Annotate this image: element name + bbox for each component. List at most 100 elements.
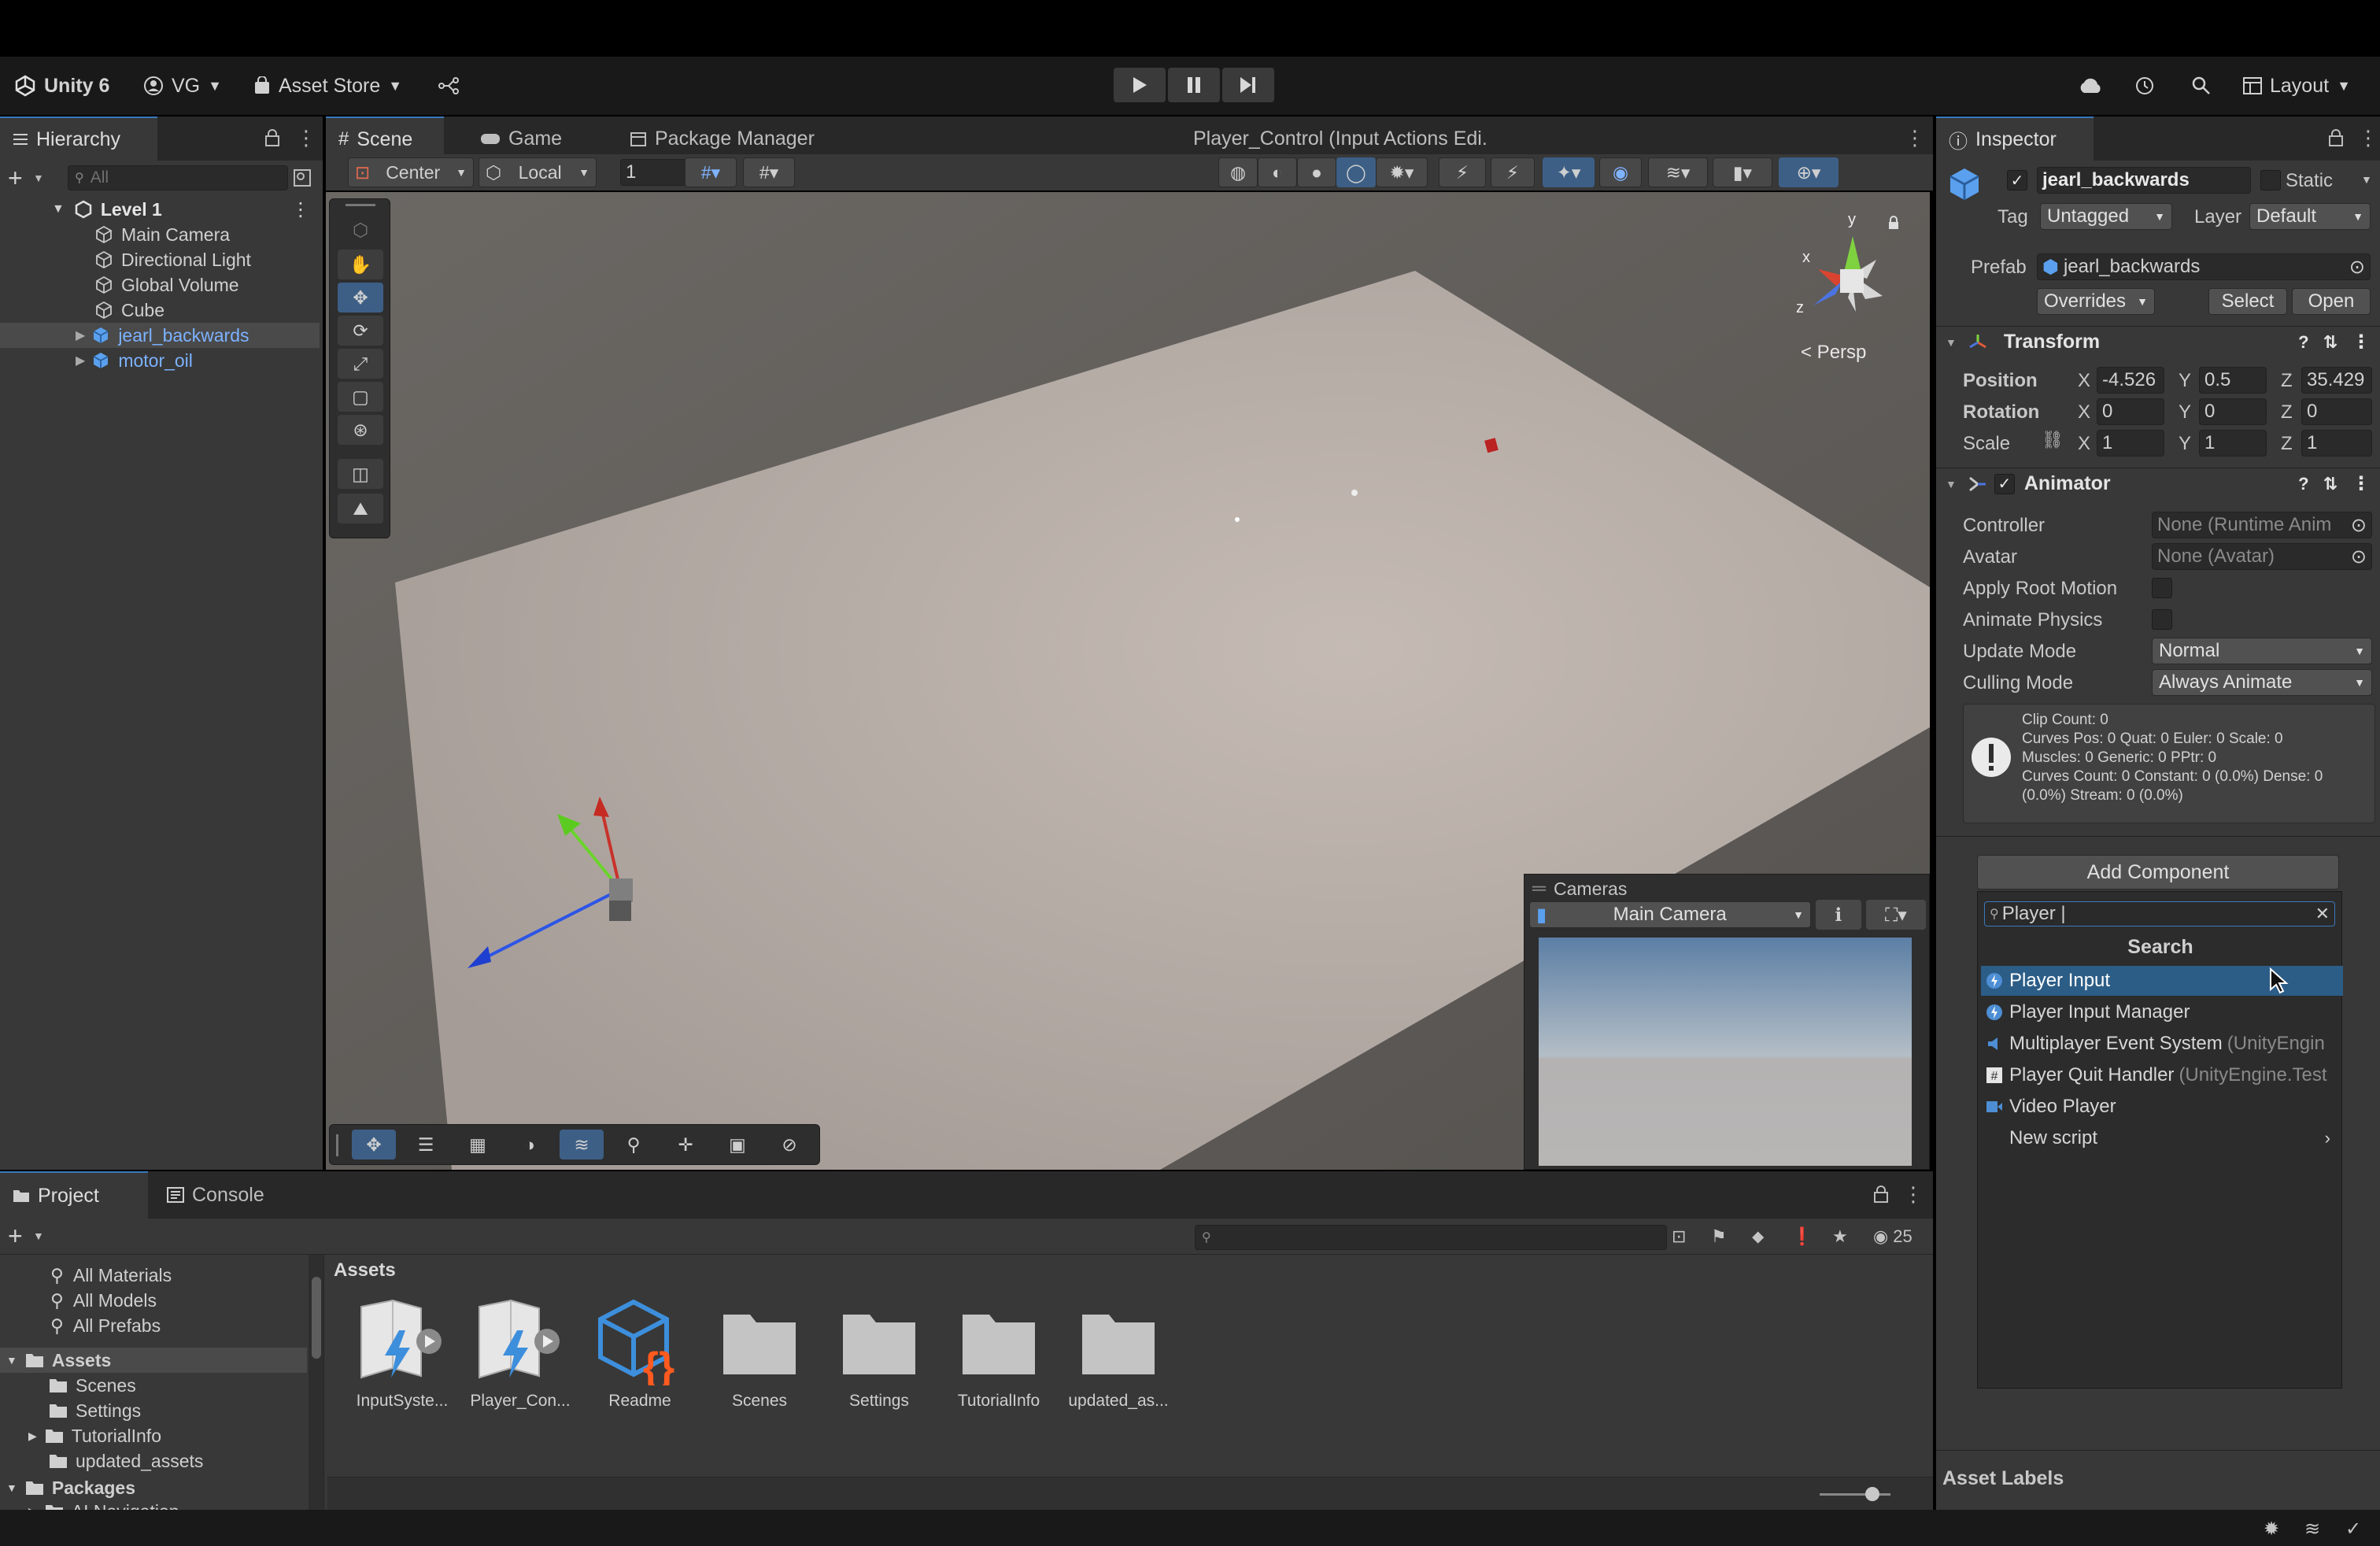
chevron-right-icon[interactable]: ▶ (76, 327, 85, 343)
object-picker-icon[interactable]: ⊙ (2351, 546, 2367, 568)
drag-handle[interactable] (346, 204, 375, 206)
history-button[interactable] (2134, 57, 2155, 115)
move-snap-button[interactable]: ✥ (352, 1130, 396, 1160)
tab-inspector[interactable]: ⓘ Inspector (1936, 117, 2094, 161)
more-menu-icon[interactable]: ⋮ (1903, 1182, 1924, 1207)
tree-item-ai-navigation[interactable]: ▶AI Navigation (28, 1499, 179, 1510)
animator-header[interactable]: ▼ ✓ Animator ? ⇅ ⋮ (1936, 468, 2380, 499)
pivot-center-dropdown[interactable]: ⊡ Center ▼ (348, 157, 474, 187)
scale-tool-button[interactable]: ⤢ (338, 349, 383, 379)
rotation-z-field[interactable]: 0 (2301, 398, 2372, 425)
layers-button[interactable]: ≋ (560, 1130, 604, 1160)
prefab-asset-field[interactable]: ⬢ jearl_backwards ⊙ (2037, 253, 2371, 280)
draw-mode-unlit-button[interactable]: ◯ (1336, 157, 1376, 187)
pivot-button[interactable]: ✛ (663, 1130, 708, 1160)
more-menu-icon[interactable]: ⋮ (2358, 126, 2378, 150)
grid-button[interactable]: ▦ (456, 1130, 500, 1160)
tree-scrollbar[interactable] (309, 1255, 323, 1510)
chevron-down-icon[interactable]: ▼ (6, 1354, 17, 1367)
grid-size-input[interactable]: 1 (620, 159, 686, 186)
more-menu-icon[interactable]: ⋮ (296, 126, 316, 150)
orientation-gizmo[interactable]: y x z (1790, 211, 1908, 338)
tree-item-updated-assets[interactable]: updated_assets (49, 1448, 203, 1474)
hand-tool-button[interactable]: ✋ (338, 250, 383, 279)
cache-server-icon[interactable]: ≋ (2304, 1518, 2320, 1540)
camera-info-button[interactable]: ℹ (1816, 900, 1861, 930)
position-z-field[interactable]: 35.429 (2301, 367, 2372, 394)
grid-snap-button[interactable]: #▾ (685, 157, 737, 187)
constrain-proportions-icon[interactable]: ⛓ (2042, 430, 2064, 450)
create-button[interactable]: + (8, 164, 23, 193)
chevron-down-icon[interactable]: ▼ (52, 202, 65, 216)
more-menu-icon[interactable]: ⋮ (2352, 331, 2371, 353)
version-control-button[interactable] (438, 57, 460, 115)
star-icon[interactable]: ★ (1832, 1226, 1848, 1247)
warning-filter-icon[interactable]: ❗ (1791, 1226, 1813, 1247)
scale-z-field[interactable]: 1 (2301, 430, 2372, 457)
align-button[interactable]: ☰ (404, 1130, 448, 1160)
rotate-tool-button[interactable]: ⟳ (338, 316, 383, 346)
pause-button[interactable] (1168, 68, 1220, 102)
cloud-button[interactable] (2078, 57, 2103, 115)
static-checkbox[interactable] (2260, 170, 2281, 190)
active-checkbox[interactable]: ✓ (2007, 170, 2027, 190)
asset-store-dropdown[interactable]: Asset Store ▼ (253, 57, 402, 115)
more-menu-icon[interactable]: ⋮ (291, 198, 310, 221)
position-x-field[interactable]: -4.526 (2097, 367, 2164, 394)
tab-hierarchy[interactable]: Hierarchy (0, 117, 157, 161)
gizmos-dropdown[interactable]: ⊕▾ (1779, 157, 1839, 187)
lock-icon[interactable] (1873, 1185, 1889, 1203)
culling-mode-dropdown[interactable]: Always Animate ▼ (2152, 669, 2372, 696)
lock-icon[interactable] (1887, 216, 1900, 230)
help-icon[interactable]: ? (2298, 332, 2308, 353)
asset-readme[interactable]: {} Readme (584, 1299, 696, 1411)
camera-select-dropdown[interactable]: ▮ Main Camera ▼ (1529, 901, 1811, 928)
avatar-field[interactable]: None (Avatar) ⊙ (2152, 543, 2372, 570)
draw-mode-shaded-wire-button[interactable]: ◐ (1258, 157, 1297, 187)
select-button[interactable]: Select (2208, 288, 2287, 315)
unity-menu[interactable]: Unity 6 (14, 57, 109, 115)
tree-item-packages[interactable]: ▼ Packages (0, 1475, 135, 1500)
apply-root-motion-checkbox[interactable] (2152, 578, 2172, 598)
zoom-button[interactable]: ⚲ (612, 1130, 656, 1160)
open-button[interactable]: Open (2292, 288, 2371, 315)
breadcrumb[interactable]: Assets (334, 1259, 396, 1282)
add-component-button[interactable]: Add Component (1977, 855, 2339, 890)
tree-item-settings[interactable]: Settings (49, 1398, 141, 1423)
lock-icon[interactable] (264, 129, 280, 146)
hierarchy-item-jearl-backwards[interactable]: ▶ jearl_backwards (0, 323, 320, 348)
audio-toggle-button[interactable]: ⚡ (1491, 157, 1535, 187)
hierarchy-search-input[interactable]: ⚲ All (68, 165, 288, 190)
camera-preview-button[interactable]: ▣ (715, 1130, 759, 1160)
update-mode-dropdown[interactable]: Normal ▼ (2152, 638, 2372, 664)
hidden-packages-toggle[interactable]: ◉ 25 (1873, 1226, 1913, 1247)
hierarchy-item-directional-light[interactable]: Directional Light (0, 247, 320, 272)
chevron-down-icon[interactable]: ▼ (33, 172, 44, 184)
camera-settings-dropdown[interactable]: ▮▾ (1713, 157, 1772, 187)
step-button[interactable] (1222, 68, 1274, 102)
projection-toggle[interactable]: < Persp (1801, 342, 1866, 364)
move-tool-button[interactable]: ✥ (338, 283, 383, 313)
chevron-down-icon[interactable]: ▼ (2361, 173, 2372, 186)
asset-input-system[interactable]: InputSyste... (346, 1299, 458, 1411)
hierarchy-item-cube[interactable]: Cube (0, 298, 320, 323)
tree-item-assets[interactable]: ▼ Assets (0, 1348, 307, 1373)
rect-tool-button[interactable]: ▢ (338, 382, 383, 412)
draw-mode-shaded-button[interactable]: ● (1297, 157, 1336, 187)
zoom-slider-thumb[interactable] (1865, 1487, 1879, 1501)
scale-y-field[interactable]: 1 (2199, 430, 2267, 457)
scene-viewport[interactable]: ⬡ ✋ ✥ ⟳ ⤢ ▢ ⊛ ◫ ⛰ y x z < Persp ✥ ☰ ▦ ◑ (326, 192, 1930, 1170)
asset-labels-title[interactable]: Asset Labels (1942, 1467, 2064, 1490)
help-icon[interactable]: ? (2298, 474, 2308, 494)
presets-icon[interactable]: ⇅ (2323, 474, 2338, 494)
hierarchy-item-main-camera[interactable]: Main Camera (0, 222, 320, 247)
favorite-all-materials[interactable]: ⚲ All Materials (50, 1263, 172, 1288)
component-item-new-script[interactable]: New script › (1981, 1123, 2343, 1153)
shading-button[interactable]: ◑ (508, 1130, 552, 1160)
more-menu-icon[interactable]: ⋮ (1905, 126, 1925, 150)
component-item-player-quit-handler[interactable]: # Player Quit Handler (UnityEngine.Test (1981, 1060, 2343, 1090)
draw-mode-wireframe-button[interactable]: ◍ (1218, 157, 1258, 187)
account-dropdown[interactable]: VG ▼ (143, 57, 222, 115)
asset-folder-tutorialinfo[interactable]: TutorialInfo (943, 1299, 1055, 1411)
chevron-right-icon[interactable]: ▶ (28, 1429, 37, 1443)
